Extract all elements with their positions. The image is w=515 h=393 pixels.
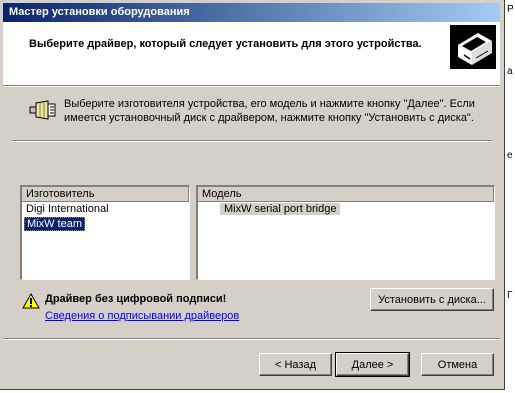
header-separator [3, 85, 500, 87]
header-text: Выберите драйвер, который следует устано… [29, 38, 422, 50]
cancel-button[interactable]: Отмена [421, 353, 494, 376]
manufacturer-list[interactable]: Изготовитель Digi International MixW tea… [20, 185, 190, 280]
next-button[interactable]: Далее > [335, 352, 410, 377]
hardware-wizard-window: Мастер установки оборудования Выберите д… [0, 0, 505, 390]
model-column-header[interactable]: Модель [198, 187, 494, 202]
title-bar[interactable]: Мастер установки оборудования [3, 3, 500, 22]
back-button[interactable]: < Назад [259, 353, 332, 376]
background-text: Р [507, 4, 514, 15]
driver-signing-link[interactable]: Сведения о подписывании драйверов [45, 310, 239, 322]
window-title: Мастер установки оборудования [9, 6, 190, 18]
have-disk-button[interactable]: Установить с диска... [370, 288, 494, 311]
model-list[interactable]: Модель MixW serial port bridge [196, 185, 495, 280]
body-separator [12, 140, 492, 142]
hardware-icon [450, 25, 496, 69]
port-connector-icon [29, 100, 56, 120]
list-item[interactable]: MixW team [22, 216, 189, 231]
background-text: Г [507, 290, 513, 301]
instruction-text: Выберите изготовителя устройства, его мо… [64, 98, 475, 124]
list-item[interactable]: Digi International [22, 202, 189, 216]
list-item[interactable]: MixW serial port bridge [198, 202, 494, 216]
unsigned-driver-warning: Драйвер без цифровой подписи! [45, 293, 227, 305]
footer-separator [3, 338, 500, 340]
manufacturer-column-header[interactable]: Изготовитель [22, 187, 189, 202]
wizard-header: Выберите драйвер, который следует устано… [3, 22, 500, 85]
background-text: е [507, 150, 513, 161]
warning-icon [22, 293, 40, 309]
background-text: а [507, 66, 513, 77]
